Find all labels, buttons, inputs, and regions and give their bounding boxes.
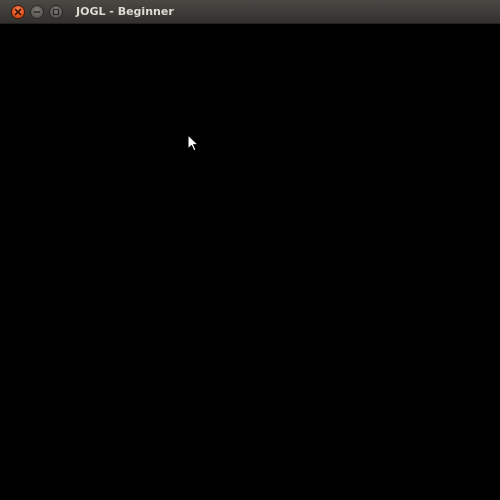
title-bar[interactable]: JOGL - Beginner — [0, 0, 500, 24]
close-icon — [14, 8, 22, 16]
gl-canvas[interactable] — [0, 24, 500, 500]
window-title: JOGL - Beginner — [76, 5, 174, 18]
close-button[interactable] — [11, 5, 25, 19]
minimize-icon — [33, 8, 41, 16]
maximize-button[interactable] — [49, 5, 63, 19]
minimize-button[interactable] — [30, 5, 44, 19]
arrow-cursor-icon — [187, 134, 199, 152]
maximize-icon — [52, 8, 60, 16]
app-window: JOGL - Beginner — [0, 0, 500, 500]
